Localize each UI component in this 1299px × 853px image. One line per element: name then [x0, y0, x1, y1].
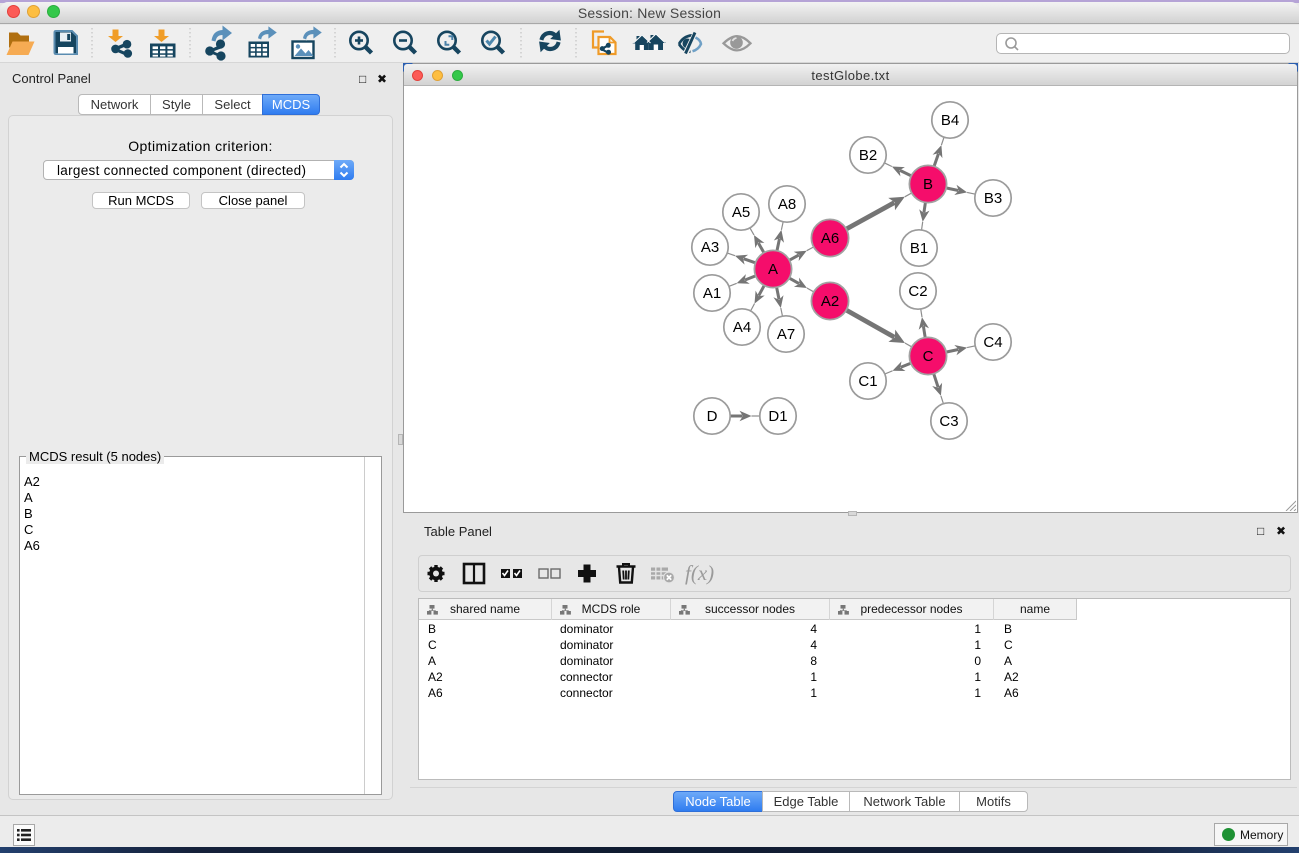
- svg-text:C: C: [923, 348, 934, 365]
- svg-text:A6: A6: [821, 230, 839, 247]
- svg-text:D: D: [707, 408, 718, 425]
- svg-text:B3: B3: [984, 190, 1002, 207]
- svg-text:C3: C3: [939, 413, 958, 430]
- svg-text:B4: B4: [941, 112, 959, 129]
- svg-text:B1: B1: [910, 240, 928, 257]
- svg-text:A3: A3: [701, 239, 719, 256]
- svg-text:A4: A4: [733, 319, 751, 336]
- svg-text:A7: A7: [777, 326, 795, 343]
- svg-text:B: B: [923, 176, 933, 193]
- svg-text:B2: B2: [859, 147, 877, 164]
- svg-text:A5: A5: [732, 204, 750, 221]
- svg-text:C4: C4: [983, 334, 1002, 351]
- svg-text:C1: C1: [858, 373, 877, 390]
- svg-text:D1: D1: [768, 408, 787, 425]
- svg-text:A8: A8: [778, 196, 796, 213]
- svg-text:A1: A1: [703, 285, 721, 302]
- svg-text:A: A: [768, 261, 778, 278]
- svg-text:C2: C2: [908, 283, 927, 300]
- svg-text:f(x): f(x): [685, 561, 714, 585]
- svg-text:A2: A2: [821, 293, 839, 310]
